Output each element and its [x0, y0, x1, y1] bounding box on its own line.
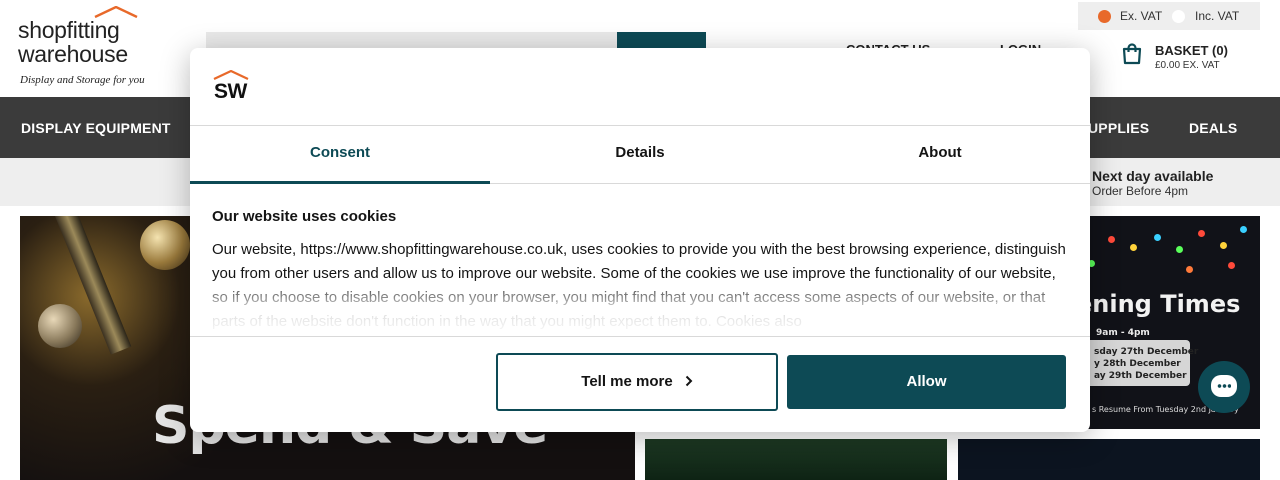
- basket-icon[interactable]: [1120, 42, 1144, 66]
- fairy-light: [1108, 236, 1115, 243]
- dialog-text-fade: [190, 278, 1090, 338]
- fairy-light: [1240, 226, 1247, 233]
- dialog-logo-text: SW: [214, 80, 247, 103]
- vat-ex-label[interactable]: Ex. VAT: [1120, 9, 1162, 23]
- opening-date-line: sday 27th December: [1094, 347, 1199, 357]
- chat-button[interactable]: [1198, 361, 1250, 413]
- fairy-light: [1176, 246, 1183, 253]
- tab-details[interactable]: Details: [490, 126, 790, 184]
- fairy-light: [1154, 234, 1161, 241]
- chevron-right-icon: [685, 375, 693, 387]
- nav-item-display-equipment[interactable]: DISPLAY EQUIPMENT: [21, 120, 171, 136]
- vat-inc-label[interactable]: Inc. VAT: [1195, 9, 1239, 23]
- tab-about[interactable]: About: [790, 126, 1090, 184]
- tab-consent[interactable]: Consent: [190, 126, 490, 184]
- allow-button[interactable]: Allow: [787, 355, 1066, 409]
- basket-title[interactable]: BASKET (0): [1155, 43, 1228, 58]
- dialog-footer: Tell me more Allow: [190, 336, 1090, 432]
- fairy-light: [1220, 242, 1227, 249]
- logo-text-line2: warehouse: [18, 41, 128, 67]
- tell-me-more-label: Tell me more: [581, 373, 673, 390]
- logo-text-line1: shopfitting: [18, 17, 120, 43]
- dialog-tabs: Consent Details About: [190, 125, 1090, 184]
- basket-total: £0.00 EX. VAT: [1155, 60, 1220, 71]
- usp-next-day-subtitle: Order Before 4pm: [1092, 184, 1189, 198]
- vat-ex-radio[interactable]: [1098, 10, 1111, 23]
- opening-date-line: ay 29th December: [1094, 371, 1187, 381]
- promo-banner-night[interactable]: [958, 439, 1260, 480]
- opening-times-heading: ening Times: [1076, 290, 1241, 318]
- nav-item-deals[interactable]: DEALS: [1189, 120, 1237, 136]
- opening-hours: 9am - 4pm: [1096, 328, 1150, 338]
- vat-toggle: Ex. VAT Inc. VAT: [1078, 2, 1260, 30]
- silver-bauble-image: [38, 304, 82, 348]
- fairy-light: [1228, 262, 1235, 269]
- dialog-heading: Our website uses cookies: [212, 208, 397, 225]
- fairy-light: [1198, 230, 1205, 237]
- promo-banner-tree[interactable]: [645, 439, 947, 480]
- opening-date-line: y 28th December: [1094, 359, 1181, 369]
- chat-icon: [1211, 375, 1237, 397]
- fairy-light: [1130, 244, 1137, 251]
- gold-bauble-image: [140, 220, 190, 270]
- cookie-consent-dialog: SW Consent Details About Our website use…: [190, 48, 1090, 432]
- usp-next-day-title: Next day available: [1092, 168, 1214, 184]
- tell-me-more-button[interactable]: Tell me more: [496, 353, 778, 411]
- dialog-logo: SW: [212, 70, 252, 106]
- chat-dots: [1217, 384, 1231, 388]
- fairy-light: [1186, 266, 1193, 273]
- logo-tagline: Display and Storage for you: [20, 74, 145, 86]
- nav-item-supplies[interactable]: UPPLIES: [1088, 120, 1149, 136]
- roof-logo-icon: [213, 70, 249, 80]
- site-logo[interactable]: shopfitting warehouse Display and Storag…: [18, 6, 148, 92]
- vat-inc-radio[interactable]: [1172, 10, 1185, 23]
